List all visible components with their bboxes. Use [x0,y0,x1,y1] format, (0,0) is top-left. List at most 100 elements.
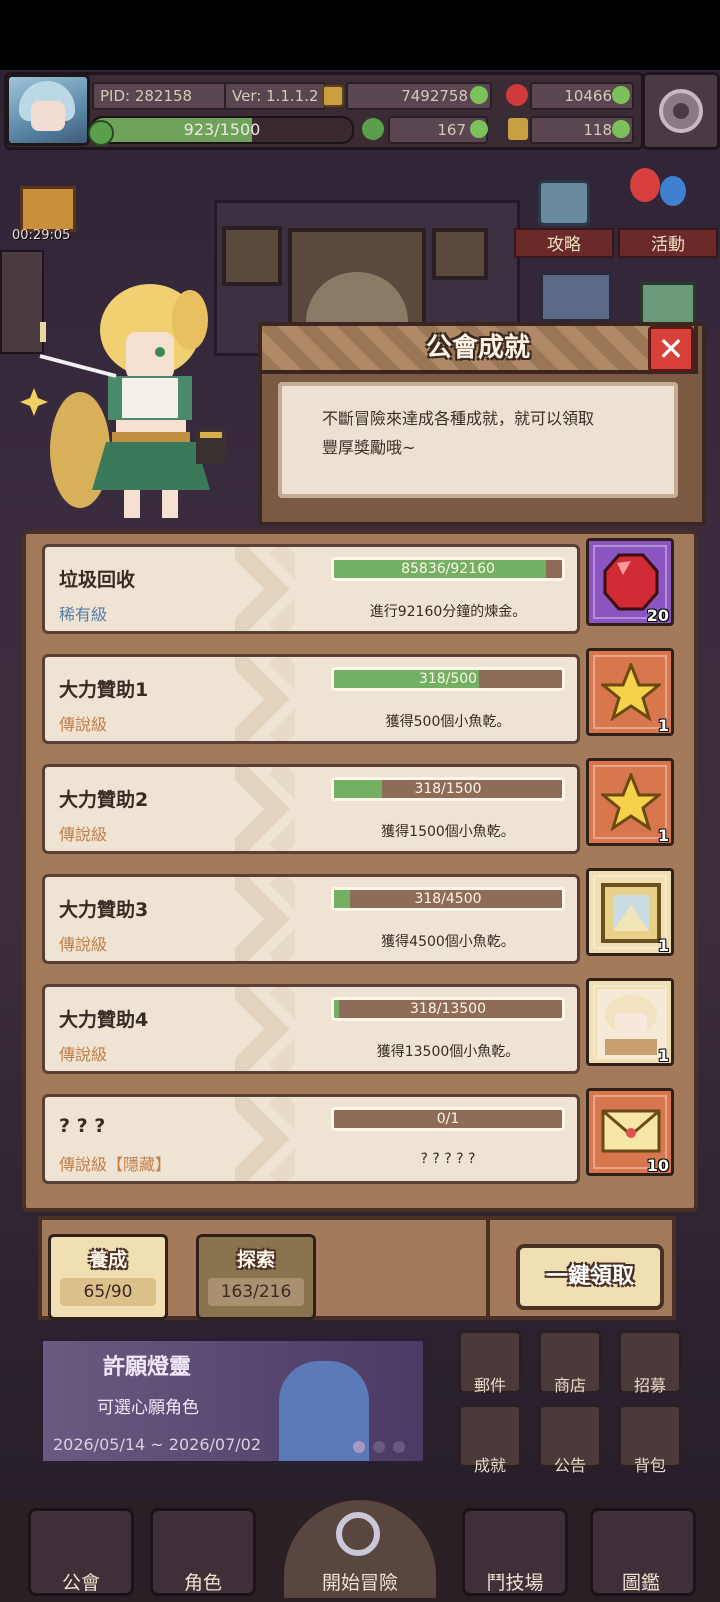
achievement-rarity: 傳說級 [59,1045,108,1064]
player-avatar[interactable] [6,74,90,146]
timer-label: 00:29:05 [12,228,71,243]
shop-stall-icon [640,282,696,326]
achievement-row[interactable]: 大力贊助2 傳說級 318/1500 獲得1500個小魚乾。 [42,764,580,854]
achievement-rarity: 傳說級 [59,935,108,954]
achievement-row[interactable]: 大力贊助1 傳說級 318/500 獲得500個小魚乾。 [42,654,580,744]
achievement-rarity: 稀有級 [59,605,108,624]
progress-text: 318/1500 [414,781,482,797]
star-icon [601,663,661,721]
close-icon: ✕ [657,330,685,368]
red-gem-icon [506,84,528,106]
reward-count: 1 [657,716,669,735]
achievement-goal: 獲得13500個小魚乾。 [376,1044,520,1060]
tab-progress: 65/90 [60,1278,156,1306]
frame-icon [601,883,661,943]
close-button[interactable]: ✕ [648,326,694,372]
shop-label: 商店 [553,1376,586,1395]
page-dot[interactable] [373,1441,385,1453]
reward-count: 20 [646,606,669,625]
reward-slot[interactable]: 1 [586,978,674,1066]
page-dot[interactable] [393,1441,405,1453]
achievement-label: 成就 [473,1456,506,1475]
announcement-label: 公告 [553,1456,586,1475]
tab-label: 探索 [236,1249,275,1271]
achievement-row[interactable]: 大力贊助3 傳說級 318/4500 獲得4500個小魚乾。 [42,874,580,964]
progress-text: 85836/92160 [401,561,495,577]
achievement-progress-bar: 318/500 [331,667,565,691]
add-gold-icon[interactable] [470,86,488,104]
add-clover-icon[interactable] [470,120,488,138]
clover-icon [362,118,384,140]
tab-progress: 163/216 [208,1278,304,1306]
wall-painting [432,228,488,280]
nav-guild-label: 公會 [61,1572,100,1594]
guild-receptionist-character [20,284,226,518]
mail-label: 郵件 [473,1376,506,1395]
achievement-goal: 獲得1500個小魚乾。 [381,824,515,840]
banner-title: 許願燈靈 [103,1355,192,1380]
page-dot[interactable] [353,1441,365,1453]
dialog-description: 不斷冒險來達成各種成就，就可以領取 豐厚獎勵哦~ [322,404,658,462]
guide-button[interactable]: 攻略 [514,228,614,258]
description-line: 不斷冒險來達成各種成就，就可以領取 [322,409,595,428]
claim-all-button[interactable]: 一鍵領取 [516,1244,664,1310]
reward-slot[interactable]: 1 [586,868,674,956]
balloon-icon [630,168,660,202]
experience-text: 923/1500 [183,120,261,139]
reward-count: 1 [657,826,669,845]
progress-text: 0/1 [436,1111,460,1127]
description-line: 豐厚獎勵哦~ [322,438,416,457]
system-status-strip [0,0,720,70]
achievement-rarity: 傳說級 [59,715,108,734]
add-key-icon[interactable] [612,120,630,138]
wall-painting [222,226,282,286]
achievement-name: ? ? ? [59,1115,106,1137]
chevron-decoration [235,987,295,1071]
tab-training[interactable]: 養成 65/90 [48,1234,168,1320]
chevron-decoration [235,547,295,631]
achievement-name: 大力贊助2 [59,789,149,811]
settings-button[interactable] [642,72,720,150]
tab-exploration[interactable]: 探索 163/216 [196,1234,316,1320]
chevron-decoration [235,1097,295,1181]
reward-slot[interactable]: 1 [586,648,674,736]
achievement-rarity: 傳說級 [59,825,108,844]
banner-dates: 2026/05/14 ~ 2026/07/02 [53,1435,262,1454]
recruit-label: 招募 [633,1376,666,1395]
wish-lamp-banner[interactable]: 許願燈靈 可選心願角色 2026/05/14 ~ 2026/07/02 [40,1338,426,1464]
tab-label: 養成 [88,1249,127,1271]
chevron-decoration [235,767,295,851]
achievement-name: 垃圾回收 [59,569,136,591]
character-portrait-icon [597,989,665,1057]
achievement-name: 大力贊助4 [59,1009,149,1031]
reward-slot[interactable]: 1 [586,758,674,846]
achievement-progress-bar: 0/1 [331,1107,565,1131]
reward-slot[interactable]: 10 [586,1088,674,1176]
chevron-decoration [235,877,295,961]
achievement-rarity: 傳說級【隱藏】 [59,1155,172,1174]
achievement-goal: 進行92160分鐘的煉金。 [369,604,527,620]
achievement-progress-bar: 318/4500 [331,887,565,911]
chat-bubble-icon [538,180,590,226]
reward-slot[interactable]: 20 [586,538,674,626]
progress-text: 318/4500 [414,891,482,907]
magnifier-icon [336,1512,380,1556]
add-gem-icon[interactable] [612,86,630,104]
achievement-row[interactable]: ? ? ? 傳說級【隱藏】 0/1 ? ? ? ? ? [42,1094,580,1184]
nav-codex-label: 圖鑑 [621,1572,660,1594]
achievement-goal: ? ? ? ? ? [420,1151,476,1167]
gift-box-icon[interactable] [20,186,76,232]
dialog-title: 公會成就 [425,333,530,363]
event-button[interactable]: 活動 [618,228,718,258]
achievement-row[interactable]: 垃圾回收稀有級 85836/92160 進行92160分鐘的煉金。 [42,544,580,634]
achievement-name: 大力贊助3 [59,899,149,921]
gear-icon [659,89,703,133]
experience-bar: 923/1500 [90,116,354,144]
achievement-goal: 獲得4500個小魚乾。 [381,934,515,950]
gold-coin-icon [322,85,344,107]
reward-count: 10 [646,1156,669,1175]
achievement-row[interactable]: 大力贊助4 傳說級 318/13500 獲得13500個小魚乾。 [42,984,580,1074]
letter-icon [601,1109,661,1153]
reward-count: 1 [657,936,669,955]
divider [486,1220,490,1316]
